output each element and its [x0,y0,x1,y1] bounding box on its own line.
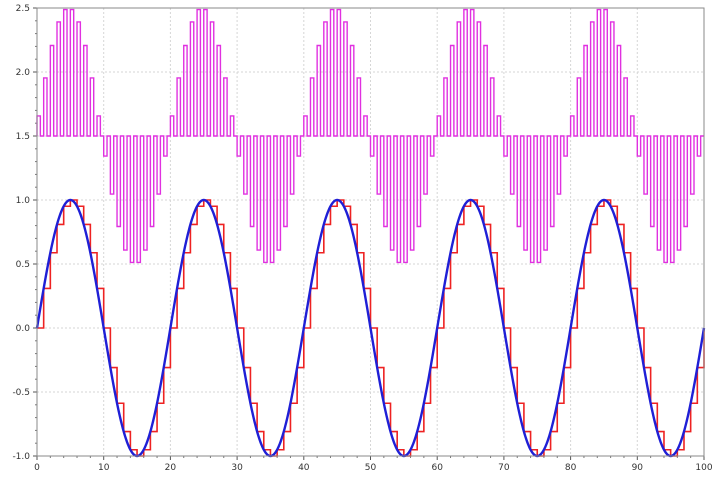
x-tick-label: 70 [498,463,510,473]
chart-container: 0 10 20 30 40 50 60 70 80 90 100 -1.0 -0.5 0.0 0.5 1.0 1… [0,0,713,479]
y-tick-label: 2.0 [16,68,31,78]
x-tick-label: 90 [632,463,644,473]
x-tick-label: 20 [165,463,177,473]
y-tick-label: 1.0 [16,196,31,206]
y-tick-label: 1.5 [16,132,30,142]
y-tick-label: -0.5 [12,388,30,398]
x-tick-label: 40 [298,463,310,473]
x-tick-label: 60 [431,463,443,473]
y-tick-label: -1.0 [12,452,30,462]
line-chart: 0 10 20 30 40 50 60 70 80 90 100 -1.0 -0.5 0.0 0.5 1.0 1… [12,4,712,473]
y-tick-label: 0.0 [16,324,31,334]
y-tick-label: 2.5 [16,4,30,14]
x-tick-label: 0 [34,463,40,473]
x-tick-label: 30 [231,463,243,473]
x-tick-label: 50 [365,463,377,473]
y-tick-label: 0.5 [16,260,30,270]
x-tick-label: 100 [695,463,712,473]
x-tick-label: 10 [98,463,110,473]
x-tick-label: 80 [565,463,577,473]
